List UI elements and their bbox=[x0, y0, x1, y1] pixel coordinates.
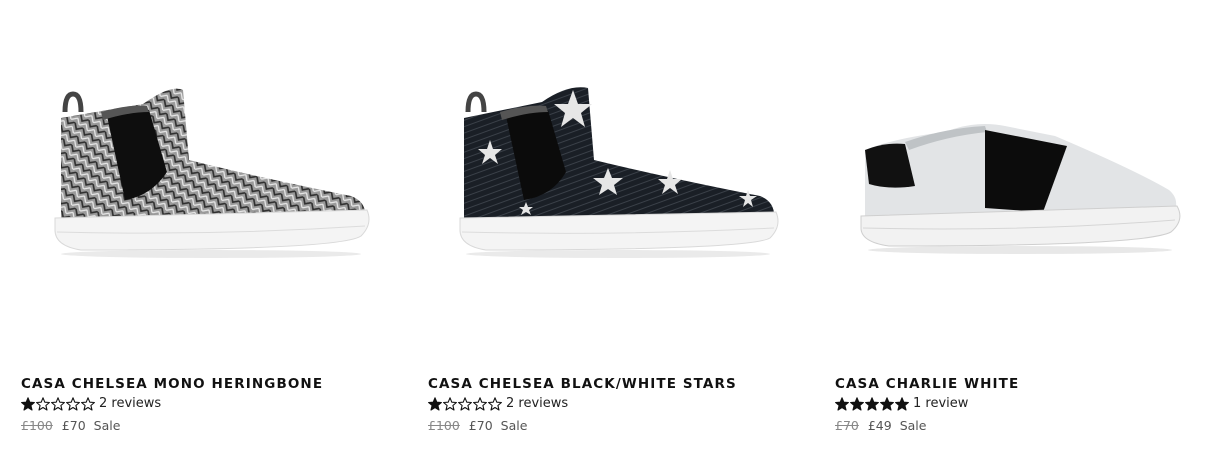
product-grid: CASA CHELSEA MONO HERINGBONE 2 reviews £… bbox=[0, 0, 1222, 461]
product-image-chelsea-herringbone[interactable] bbox=[21, 60, 411, 290]
original-price: £100 bbox=[428, 418, 460, 433]
star-rating bbox=[21, 396, 95, 411]
original-price: £70 bbox=[835, 418, 859, 433]
star-empty-icon bbox=[473, 396, 487, 411]
star-filled-icon bbox=[865, 396, 879, 411]
star-empty-icon bbox=[488, 396, 502, 411]
product-card[interactable]: CASA CHELSEA MONO HERINGBONE 2 reviews £… bbox=[21, 0, 411, 461]
review-count[interactable]: 2 reviews bbox=[506, 396, 568, 411]
star-empty-icon bbox=[458, 396, 472, 411]
star-empty-icon bbox=[81, 396, 95, 411]
product-card[interactable]: CASA CHARLIE WHITE 1 review £70 £49 Sale bbox=[835, 0, 1222, 461]
review-count[interactable]: 2 reviews bbox=[99, 396, 161, 411]
star-filled-icon bbox=[835, 396, 849, 411]
product-title[interactable]: CASA CHARLIE WHITE bbox=[835, 376, 1019, 392]
star-empty-icon bbox=[443, 396, 457, 411]
sale-price: £70 bbox=[61, 418, 86, 433]
star-filled-icon bbox=[850, 396, 864, 411]
review-count[interactable]: 1 review bbox=[913, 396, 968, 411]
star-filled-icon bbox=[895, 396, 909, 411]
product-title[interactable]: CASA CHELSEA BLACK/WHITE STARS bbox=[428, 376, 737, 392]
star-empty-icon bbox=[66, 396, 80, 411]
product-rating[interactable]: 2 reviews bbox=[428, 396, 568, 411]
product-price: £100 £70 Sale bbox=[21, 418, 120, 433]
star-filled-icon bbox=[21, 396, 35, 411]
product-price: £100 £70 Sale bbox=[428, 418, 527, 433]
sale-label: Sale bbox=[899, 418, 927, 433]
original-price: £100 bbox=[21, 418, 53, 433]
product-title[interactable]: CASA CHELSEA MONO HERINGBONE bbox=[21, 376, 323, 392]
sale-label: Sale bbox=[500, 418, 528, 433]
sale-price: £70 bbox=[468, 418, 493, 433]
star-filled-icon bbox=[428, 396, 442, 411]
product-rating[interactable]: 1 review bbox=[835, 396, 968, 411]
star-empty-icon bbox=[36, 396, 50, 411]
star-rating bbox=[835, 396, 909, 411]
star-filled-icon bbox=[880, 396, 894, 411]
product-card[interactable]: CASA CHELSEA BLACK/WHITE STARS 2 reviews… bbox=[428, 0, 818, 461]
product-price: £70 £49 Sale bbox=[835, 418, 926, 433]
product-rating[interactable]: 2 reviews bbox=[21, 396, 161, 411]
star-empty-icon bbox=[51, 396, 65, 411]
star-rating bbox=[428, 396, 502, 411]
product-image-charlie-white[interactable] bbox=[835, 60, 1222, 290]
sale-price: £49 bbox=[867, 418, 892, 433]
sale-label: Sale bbox=[93, 418, 121, 433]
product-image-chelsea-stars[interactable] bbox=[428, 60, 818, 290]
